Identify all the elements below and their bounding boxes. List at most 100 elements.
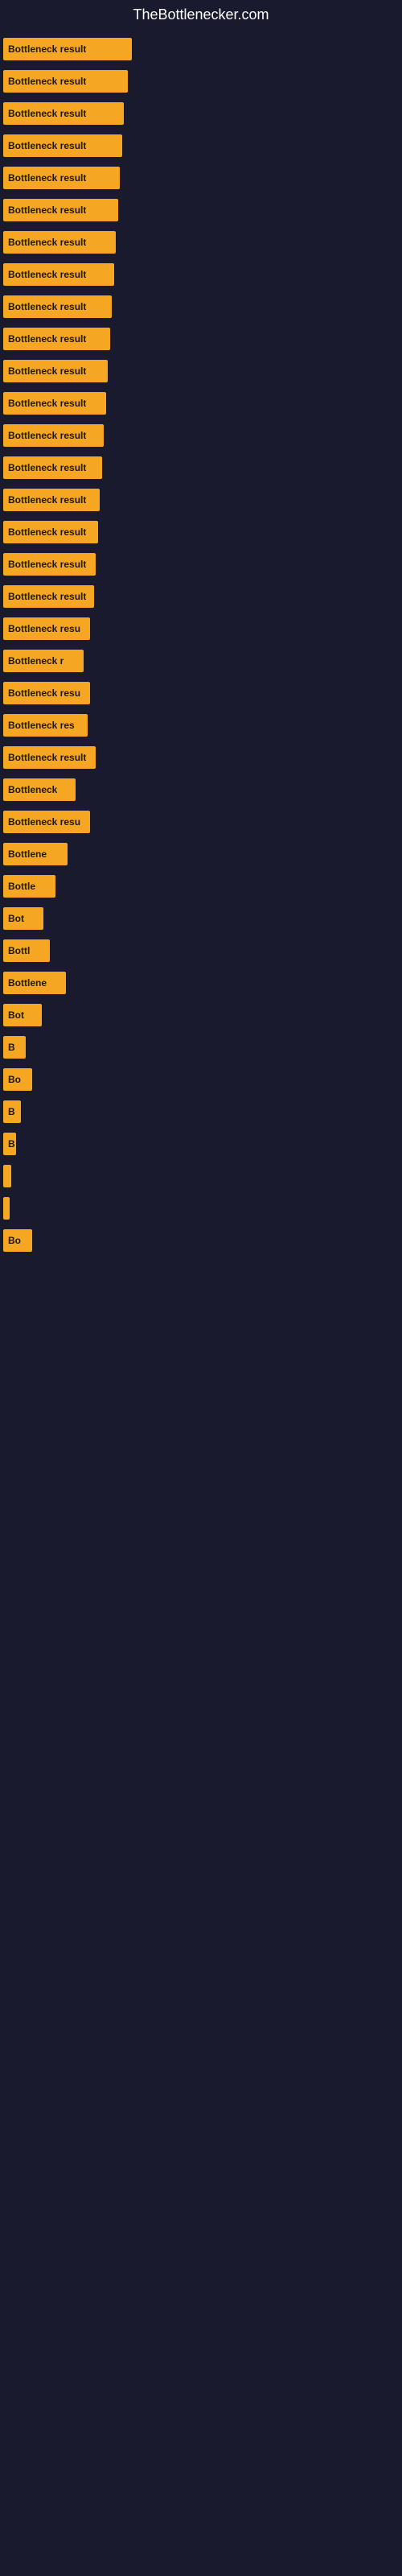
bar-27: Bot	[3, 907, 43, 930]
bar-label-26: Bottle	[8, 881, 35, 892]
bar-label-24: Bottleneck resu	[8, 816, 80, 828]
bar-row: Bottlene	[0, 972, 402, 994]
bar-21: Bottleneck res	[3, 714, 88, 737]
bar-30: Bot	[3, 1004, 42, 1026]
bar-row: Bottleneck result	[0, 489, 402, 511]
bar-3: Bottleneck result	[3, 134, 122, 157]
bar-label-17: Bottleneck result	[8, 591, 86, 602]
bar-label-3: Bottleneck result	[8, 140, 86, 151]
bar-row: Bottleneck result	[0, 134, 402, 157]
bar-6: Bottleneck result	[3, 231, 116, 254]
bar-label-10: Bottleneck result	[8, 365, 86, 377]
bar-label-9: Bottleneck result	[8, 333, 86, 345]
bar-label-16: Bottleneck result	[8, 559, 86, 570]
bar-18: Bottleneck resu	[3, 617, 90, 640]
bar-label-12: Bottleneck result	[8, 430, 86, 441]
bar-row: Bottleneck result	[0, 231, 402, 254]
bar-row: Bottleneck resu	[0, 811, 402, 833]
bar-row: Bottleneck r	[0, 650, 402, 672]
bar-row: Bottleneck result	[0, 360, 402, 382]
bar-label-13: Bottleneck result	[8, 462, 86, 473]
bar-label-18: Bottleneck resu	[8, 623, 80, 634]
bar-17: Bottleneck result	[3, 585, 94, 608]
bar-25: Bottlene	[3, 843, 68, 865]
bar-label-4: Bottleneck result	[8, 172, 86, 184]
bar-label-37: Bo	[8, 1235, 21, 1246]
bar-label-5: Bottleneck result	[8, 204, 86, 216]
bar-28: Bottl	[3, 939, 50, 962]
bar-5: Bottleneck result	[3, 199, 118, 221]
bar-row: Bottl	[0, 939, 402, 962]
bar-label-28: Bottl	[8, 945, 30, 956]
bar-14: Bottleneck result	[3, 489, 100, 511]
bar-11: Bottleneck result	[3, 392, 106, 415]
bar-16: Bottleneck result	[3, 553, 96, 576]
bar-label-19: Bottleneck r	[8, 655, 64, 667]
bar-row	[0, 1165, 402, 1187]
bar-row: Bottle	[0, 875, 402, 898]
bar-0: Bottleneck result	[3, 38, 132, 60]
bar-row: Bottleneck	[0, 778, 402, 801]
site-title: TheBottlenecker.com	[0, 0, 402, 30]
bar-35	[3, 1165, 11, 1187]
bar-label-20: Bottleneck resu	[8, 687, 80, 699]
bar-label-15: Bottleneck result	[8, 526, 86, 538]
bar-row: Bottleneck result	[0, 585, 402, 608]
bar-row: Bottleneck result	[0, 456, 402, 479]
bar-row: Bo	[0, 1229, 402, 1252]
bar-26: Bottle	[3, 875, 55, 898]
bar-row: B	[0, 1133, 402, 1155]
bar-label-0: Bottleneck result	[8, 43, 86, 55]
bar-8: Bottleneck result	[3, 295, 112, 318]
bar-label-30: Bot	[8, 1009, 24, 1021]
bar-12: Bottleneck result	[3, 424, 104, 447]
bar-34: B	[3, 1133, 16, 1155]
bar-row: B	[0, 1100, 402, 1123]
bar-row: Bottleneck result	[0, 521, 402, 543]
bar-19: Bottleneck r	[3, 650, 84, 672]
bar-row: Bottleneck result	[0, 392, 402, 415]
bar-row: Bottleneck resu	[0, 617, 402, 640]
bar-row: Bottleneck resu	[0, 682, 402, 704]
bar-row: Bot	[0, 1004, 402, 1026]
bar-label-6: Bottleneck result	[8, 237, 86, 248]
bar-label-2: Bottleneck result	[8, 108, 86, 119]
bar-row: Bottleneck result	[0, 38, 402, 60]
bar-row: Bottleneck result	[0, 70, 402, 93]
bar-13: Bottleneck result	[3, 456, 102, 479]
bar-label-23: Bottleneck	[8, 784, 57, 795]
bar-15: Bottleneck result	[3, 521, 98, 543]
bar-row: Bo	[0, 1068, 402, 1091]
bar-7: Bottleneck result	[3, 263, 114, 286]
bar-row: Bottleneck result	[0, 263, 402, 286]
bar-row: Bottleneck result	[0, 424, 402, 447]
bar-label-11: Bottleneck result	[8, 398, 86, 409]
bar-label-34: B	[8, 1138, 15, 1150]
bar-32: Bo	[3, 1068, 32, 1091]
bar-22: Bottleneck result	[3, 746, 96, 769]
bar-row: Bottlene	[0, 843, 402, 865]
bar-4: Bottleneck result	[3, 167, 120, 189]
bar-31: B	[3, 1036, 26, 1059]
bar-20: Bottleneck resu	[3, 682, 90, 704]
bar-2: Bottleneck result	[3, 102, 124, 125]
bar-row: Bot	[0, 907, 402, 930]
bar-label-29: Bottlene	[8, 977, 47, 989]
bar-37: Bo	[3, 1229, 32, 1252]
bar-label-25: Bottlene	[8, 848, 47, 860]
bar-row: Bottleneck result	[0, 328, 402, 350]
bar-10: Bottleneck result	[3, 360, 108, 382]
bar-36	[3, 1197, 10, 1220]
bar-label-8: Bottleneck result	[8, 301, 86, 312]
bar-row: Bottleneck result	[0, 746, 402, 769]
bar-row	[0, 1197, 402, 1220]
bar-label-32: Bo	[8, 1074, 21, 1085]
bar-33: B	[3, 1100, 21, 1123]
bar-row: Bottleneck result	[0, 199, 402, 221]
bar-23: Bottleneck	[3, 778, 76, 801]
bar-label-22: Bottleneck result	[8, 752, 86, 763]
bar-29: Bottlene	[3, 972, 66, 994]
bar-label-31: B	[8, 1042, 15, 1053]
bar-label-27: Bot	[8, 913, 24, 924]
bar-row: Bottleneck result	[0, 167, 402, 189]
